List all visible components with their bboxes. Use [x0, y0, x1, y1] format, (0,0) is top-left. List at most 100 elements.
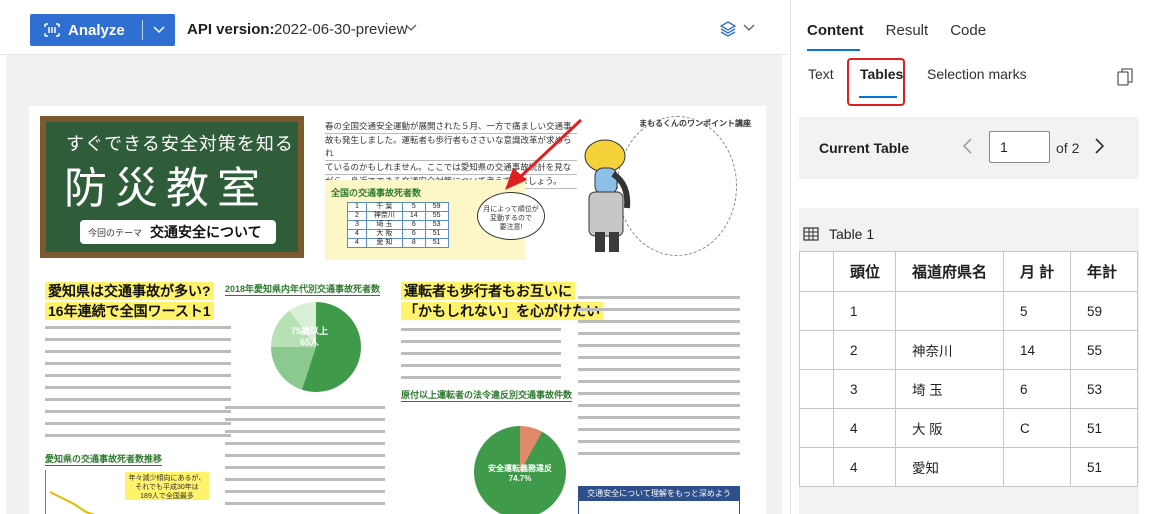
table-cell: [799, 408, 834, 448]
chevron-down-icon[interactable]: [743, 24, 755, 32]
text-line: [578, 440, 740, 443]
text-line: [45, 434, 231, 437]
section-heading-green: 愛知県の交通事故死者数推移: [45, 454, 163, 466]
tab-selection-marks[interactable]: Selection marks: [927, 66, 1027, 82]
stat-cell: 14: [401, 211, 426, 221]
body-text: [578, 296, 740, 464]
stat-cell: 千 葉: [365, 202, 403, 212]
analyze-button[interactable]: Analyze: [30, 14, 175, 46]
stat-cell: 59: [424, 202, 449, 212]
analyze-main[interactable]: Analyze: [30, 14, 142, 46]
table-row: 1 5 59: [799, 291, 1138, 331]
chevron-down-icon: [153, 26, 165, 34]
table-cell: [799, 369, 834, 409]
table-cell: 埼 玉: [895, 369, 1004, 409]
text-line: [578, 452, 740, 455]
board-title: 防災教室: [64, 164, 268, 214]
tab-result[interactable]: Result: [886, 22, 929, 39]
text-line: [225, 418, 385, 421]
table-header-cell: 福道府県名: [895, 251, 1004, 292]
text-line: [225, 442, 385, 445]
table-cell: 大 阪: [895, 408, 1004, 448]
board-subtitle: すぐできる安全対策を知る: [66, 134, 294, 155]
theme-small: 今回のテーマ: [88, 227, 143, 238]
api-version-select[interactable]: 2022-06-30-preview: [274, 21, 407, 38]
stat-cell: 4: [347, 238, 367, 248]
layers-icon[interactable]: [719, 20, 737, 38]
table-title: Table 1: [803, 226, 874, 242]
text-line: [401, 376, 561, 379]
red-arrow-annotation: [505, 118, 583, 190]
table-cell: 5: [1003, 291, 1071, 331]
donut-label: 安全運転義務違反 74.7%: [488, 464, 552, 483]
stat-cell: 大 阪: [365, 229, 403, 239]
table-cell: 神奈川: [895, 330, 1004, 370]
text-line: [225, 454, 385, 457]
table-header-cell: [799, 251, 834, 292]
table-row: 2 神奈川 14 55: [799, 330, 1138, 370]
text-line: [45, 422, 231, 425]
chevron-right-icon[interactable]: [1094, 137, 1106, 155]
analyze-label: Analyze: [68, 21, 125, 39]
info-box-heading: 交通安全について理解をもっと深めよう: [579, 487, 739, 501]
stat-cell: 3: [347, 220, 367, 230]
table-title-label: Table 1: [829, 226, 875, 242]
stat-cell: 2: [347, 211, 367, 221]
copy-icon[interactable]: [1117, 68, 1133, 86]
analyze-dropdown-button[interactable]: [143, 14, 175, 46]
text-line: [225, 430, 385, 433]
text-line: [578, 416, 740, 419]
stat-row: 4大 阪 6 51: [347, 229, 449, 239]
theme-title: 交通安全について: [150, 224, 262, 240]
page-number-input[interactable]: [989, 131, 1050, 163]
page-count-label: of 2: [1056, 140, 1080, 156]
table-header-cell: 年計: [1070, 251, 1138, 292]
tab-text[interactable]: Text: [808, 66, 834, 82]
deaths-line-chart: [45, 470, 127, 514]
document-page: すぐできる安全対策を知る 防災教室 今回のテーマ 交通安全について 春の全国交通…: [29, 106, 766, 514]
table-row: 3 埼 玉 6 53: [799, 369, 1138, 409]
section-heading: 愛知県は交通事故が多い?: [45, 282, 214, 300]
table-icon: [803, 227, 819, 241]
text-line: [45, 326, 231, 329]
table-header-cell: 頭位: [833, 251, 896, 292]
chevron-down-icon[interactable]: [405, 24, 417, 32]
text-line: [578, 380, 740, 383]
text-line: [578, 356, 740, 359]
text-line: [45, 410, 231, 413]
table-cell: 4: [833, 447, 896, 487]
chalkboard-banner: すぐできる安全対策を知る 防災教室 今回のテーマ 交通安全について: [40, 116, 304, 258]
table-cell: 53: [1070, 369, 1138, 409]
speech-bubble: 月によって順位が 変動するので 要注意!: [477, 192, 545, 240]
tab-code[interactable]: Code: [950, 22, 986, 39]
section-heading: 16年連続で全国ワースト1: [45, 302, 214, 320]
table-row: 4 大 阪 C 51: [799, 408, 1138, 448]
table-cell: 4: [833, 408, 896, 448]
chevron-left-icon[interactable]: [961, 137, 973, 155]
body-text: [401, 328, 561, 388]
section-heading-green: 原付以上運転者の法令違反別交通事故件数: [401, 390, 573, 402]
section-heading: 「かもしれない」を心がけたい: [401, 302, 603, 320]
text-line: [578, 428, 740, 431]
tab-content[interactable]: Content: [807, 22, 864, 39]
stat-heading: 全国の交通事故死者数: [331, 188, 422, 198]
stat-cell: 神奈川: [365, 211, 403, 221]
text-line: [225, 406, 385, 409]
active-subtab-indicator: [859, 96, 897, 98]
mascot-illustration: [584, 139, 631, 252]
body-text: [45, 326, 231, 446]
stat-cell: 55: [424, 211, 449, 221]
text-line: [578, 368, 740, 371]
text-line: [45, 350, 231, 353]
table-cell: C: [1003, 408, 1071, 448]
toolbar: Analyze API version: 2022-06-30-preview: [0, 0, 788, 55]
stat-cell: 埼 玉: [365, 220, 403, 230]
document-viewer[interactable]: すぐできる安全対策を知る 防災教室 今回のテーマ 交通安全について 春の全国交通…: [6, 55, 782, 514]
analyze-icon: [44, 23, 60, 37]
text-line: [45, 374, 231, 377]
section-heading: 運転者も歩行者もお互いに: [401, 282, 575, 300]
text-line: [578, 308, 740, 311]
active-tab-indicator: [807, 49, 860, 51]
table-cell: 59: [1070, 291, 1138, 331]
table-cell: 愛知: [895, 447, 1004, 487]
